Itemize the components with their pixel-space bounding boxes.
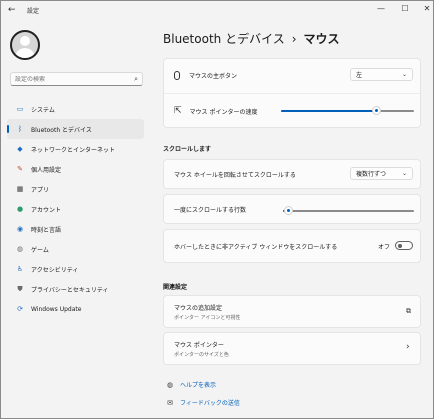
additional-settings-label: マウスの追加設定 <box>174 305 223 312</box>
sidebar-item-label: アプリ <box>31 186 50 194</box>
related-section-title: 関連設定 <box>163 284 188 291</box>
sidebar-item-system[interactable]: ▭ システム <box>7 99 144 119</box>
sidebar-item-privacy[interactable]: ⛊ プライバシーとセキュリティ <box>7 279 144 299</box>
sidebar-item-windows-update[interactable]: ⟳ Windows Update <box>7 299 144 319</box>
help-link[interactable]: ヘルプを表示 <box>180 380 216 389</box>
sidebar-item-label: ネットワークとインターネット <box>31 146 116 154</box>
primary-button-value: 左 <box>356 72 363 79</box>
mouse-pointer-sub: ポインターのサイズと色 <box>174 352 229 358</box>
lines-per-scroll-label: 一度にスクロールする行数 <box>174 206 247 214</box>
accessibility-icon: ♿ <box>16 265 24 273</box>
sidebar-item-label: 時刻と言語 <box>31 226 62 234</box>
sidebar-item-gaming[interactable]: ◍ ゲーム <box>7 239 144 259</box>
pointer-icon: ⇱ <box>174 106 182 116</box>
wheel-scroll-dropdown[interactable]: 複数行ずつ ⌄ <box>350 167 413 180</box>
app-title: 設定 <box>27 8 40 15</box>
person-icon: ● <box>16 205 24 213</box>
shield-icon: ⛊ <box>17 285 23 293</box>
chevron-right-icon: › <box>406 342 410 352</box>
brush-icon: ✎ <box>17 165 23 173</box>
update-icon: ⟳ <box>17 305 23 313</box>
sidebar-item-label: システム <box>31 106 55 114</box>
feedback-icon: ✉ <box>167 398 173 407</box>
external-link-icon: ⧉ <box>406 307 411 315</box>
sidebar-item-accessibility[interactable]: ♿ アクセシビリティ <box>7 259 144 279</box>
pointer-speed-slider[interactable] <box>281 106 414 115</box>
mouse-pointer-card[interactable]: マウス ポインター ポインターのサイズと色 › <box>163 332 421 365</box>
mouse-pointer-text: マウス ポインター ポインターのサイズと色 <box>174 340 229 358</box>
maximize-button[interactable]: ☐ <box>397 3 413 15</box>
sidebar-item-accounts[interactable]: ● アカウント <box>7 199 144 219</box>
feedback-link-row[interactable]: ✉ フィードバックの送信 <box>165 398 240 408</box>
lines-per-scroll-card: 一度にスクロールする行数 <box>163 194 421 224</box>
minimize-button[interactable]: — <box>373 3 389 15</box>
additional-settings-sub: ポインター アイコンと可視性 <box>174 315 241 321</box>
settings-window: ← 設定 — ☐ ✕ ⌕ ▭ システム ᛒ Bluetooth とデバイス ◆ … <box>0 0 434 419</box>
page-title: マウス <box>303 32 340 46</box>
apps-icon: ▦ <box>16 185 24 193</box>
inactive-scroll-toggle[interactable] <box>395 241 413 250</box>
sidebar-item-label: ゲーム <box>31 246 49 254</box>
wheel-scroll-value: 複数行ずつ <box>356 171 387 178</box>
search-input[interactable] <box>15 75 135 83</box>
mouse-basic-card: マウスの主ボタン 左 ⌄ ⇱ マウス ポインターの速度 <box>163 58 421 128</box>
bluetooth-icon: ᛒ <box>17 125 23 133</box>
breadcrumb-separator: › <box>291 32 297 46</box>
monitor-icon: ▭ <box>16 105 24 113</box>
pointer-speed-label: マウス ポインターの速度 <box>189 108 258 116</box>
scroll-section-title: スクロールします <box>163 146 212 153</box>
avatar-ring <box>10 30 40 60</box>
gamepad-icon: ◍ <box>16 245 24 253</box>
sidebar-item-label: アカウント <box>31 206 62 214</box>
inactive-scroll-label: ホバーしたときに非アクティブ ウィンドウをスクロールする <box>174 243 338 251</box>
feedback-link[interactable]: フィードバックの送信 <box>180 398 240 407</box>
search-icon[interactable]: ⌕ <box>134 75 138 84</box>
lines-per-scroll-slider[interactable] <box>283 206 414 215</box>
mouse-icon <box>174 71 180 80</box>
sidebar-item-network[interactable]: ◆ ネットワークとインターネット <box>7 139 144 159</box>
sidebar-item-bluetooth[interactable]: ᛒ Bluetooth とデバイス <box>7 119 144 139</box>
settings-search[interactable]: ⌕ <box>10 72 143 86</box>
sidebar-nav: ▭ システム ᛒ Bluetooth とデバイス ◆ ネットワークとインターネッ… <box>7 99 144 319</box>
sidebar-item-label: アクセシビリティ <box>31 266 79 274</box>
lines-per-scroll-thumb[interactable] <box>283 206 293 215</box>
primary-button-label: マウスの主ボタン <box>189 73 238 80</box>
sidebar-item-personalization[interactable]: ✎ 個人用設定 <box>7 159 144 179</box>
chevron-down-icon: ⌄ <box>401 71 407 78</box>
additional-settings-card[interactable]: マウスの追加設定 ポインター アイコンと可視性 ⧉ <box>163 295 421 328</box>
sidebar-item-label: プライバシーとセキュリティ <box>31 286 109 294</box>
globe-clock-icon: ◉ <box>16 225 24 233</box>
wheel-scroll-label: マウス ホイールを回転させてスクロールする <box>174 171 296 179</box>
wifi-icon: ◆ <box>17 145 23 153</box>
sidebar-item-label: 個人用設定 <box>31 166 62 174</box>
close-button[interactable]: ✕ <box>419 3 433 15</box>
title-bar: ← 設定 — ☐ ✕ <box>1 1 433 19</box>
toggle-knob <box>398 244 402 248</box>
inactive-scroll-card: ホバーしたときに非アクティブ ウィンドウをスクロールする オフ <box>163 229 421 263</box>
primary-button-dropdown[interactable]: 左 ⌄ <box>350 68 413 81</box>
breadcrumb-parent[interactable]: Bluetooth とデバイス <box>163 32 285 46</box>
help-link-row[interactable]: ◍ ヘルプを表示 <box>165 380 216 390</box>
breadcrumb: Bluetooth とデバイス › マウス <box>163 30 340 47</box>
sidebar-item-time-language[interactable]: ◉ 時刻と言語 <box>7 219 144 239</box>
additional-settings-text: マウスの追加設定 ポインター アイコンと可視性 <box>174 303 240 321</box>
back-button[interactable]: ← <box>8 5 20 15</box>
help-icon: ◍ <box>166 380 174 389</box>
pointer-speed-fill <box>281 110 377 112</box>
sidebar-item-apps[interactable]: ▦ アプリ <box>7 179 144 199</box>
sidebar-item-label: Bluetooth とデバイス <box>31 126 92 134</box>
sidebar-item-label: Windows Update <box>31 305 82 313</box>
inactive-scroll-state: オフ <box>378 244 391 251</box>
mouse-pointer-label: マウス ポインター <box>174 342 224 349</box>
wheel-scroll-card: マウス ホイールを回転させてスクロールする 複数行ずつ ⌄ <box>163 159 421 189</box>
chevron-down-icon: ⌄ <box>401 170 407 177</box>
